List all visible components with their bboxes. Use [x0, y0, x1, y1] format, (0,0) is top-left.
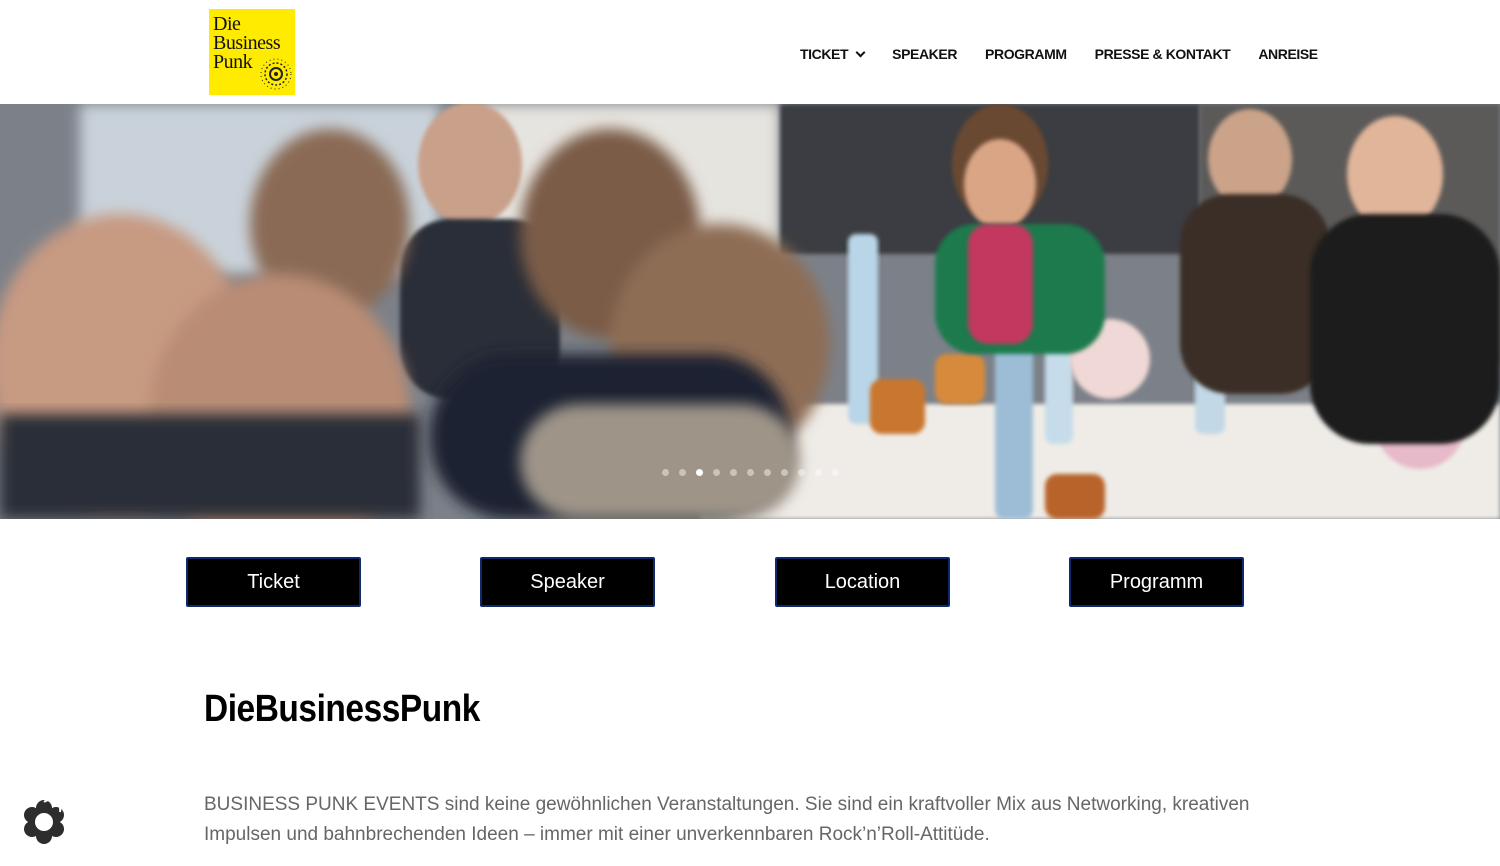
location-button[interactable]: Location: [775, 557, 950, 607]
nav-item-label: SPEAKER: [892, 46, 958, 62]
nav-item-presse-kontakt[interactable]: PRESSE & KONTAKT: [1095, 46, 1231, 62]
logo-flower-icon: [260, 58, 292, 90]
nav-item-label: ANREISE: [1258, 46, 1318, 62]
nav-item-speaker[interactable]: SPEAKER: [892, 46, 957, 62]
slider-dot[interactable]: [678, 469, 686, 476]
page-title: DieBusinessPunk: [204, 688, 480, 730]
cta-button-row: Ticket Speaker Location Programm: [0, 557, 1500, 607]
cookie-settings-icon[interactable]: [20, 798, 68, 846]
nav-item-anreise[interactable]: ANREISE: [1258, 46, 1318, 62]
main-nav: TICKET SPEAKER PROGRAMM PRESSE & KONTAKT…: [800, 44, 1318, 64]
chevron-down-icon: [855, 47, 866, 57]
programm-button[interactable]: Programm: [1069, 557, 1244, 607]
slider-dot-active[interactable]: [695, 469, 703, 476]
nav-item-label: PROGRAMM: [985, 46, 1067, 62]
nav-item-label: PRESSE & KONTAKT: [1094, 46, 1231, 62]
nav-item-label: TICKET: [800, 46, 849, 62]
hero-image: [0, 104, 1500, 519]
ticket-button[interactable]: Ticket: [186, 557, 361, 607]
slider-dot[interactable]: [780, 469, 788, 476]
intro-paragraph: BUSINESS PUNK EVENTS sind keine gewöhnli…: [204, 794, 1250, 845]
slider-dot[interactable]: [729, 469, 737, 476]
site-logo[interactable]: Die Business Punk: [209, 9, 295, 95]
slider-dot[interactable]: [746, 469, 754, 476]
slider-dot[interactable]: [661, 469, 669, 476]
slider-dot[interactable]: [814, 469, 822, 476]
nav-item-programm[interactable]: PROGRAMM: [985, 46, 1067, 62]
slider-dot[interactable]: [797, 469, 805, 476]
hero-slider[interactable]: [0, 104, 1500, 519]
nav-item-ticket[interactable]: TICKET: [800, 46, 866, 62]
site-header: Die Business Punk TICKET SPEAKER PROGRAM…: [0, 0, 1500, 104]
slider-dot[interactable]: [763, 469, 771, 476]
slider-dot[interactable]: [831, 469, 839, 476]
slider-dot[interactable]: [712, 469, 720, 476]
slider-dots: [0, 469, 1500, 476]
speaker-button[interactable]: Speaker: [480, 557, 655, 607]
